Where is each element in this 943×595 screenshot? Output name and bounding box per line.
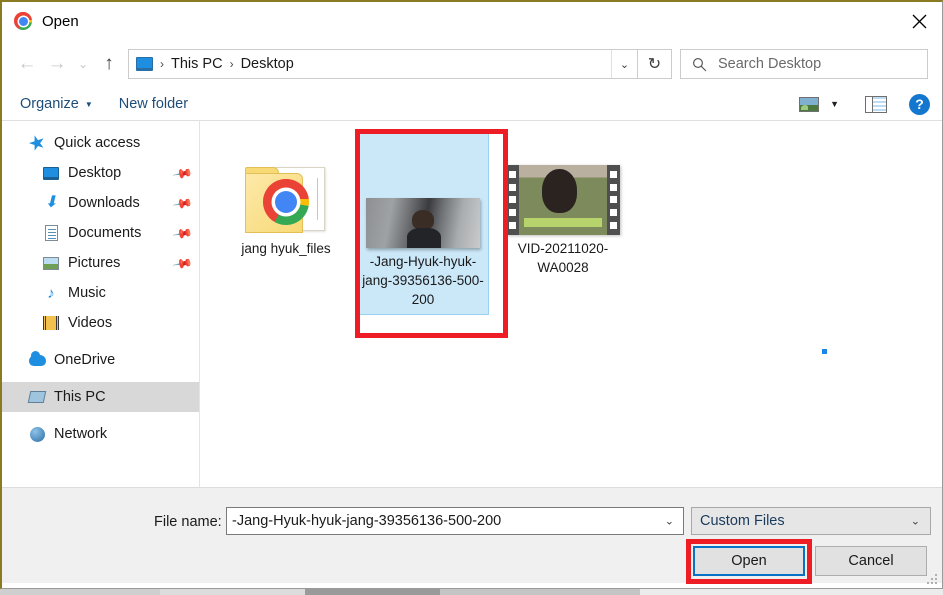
pin-icon[interactable]: 📌 — [173, 223, 194, 243]
pictures-icon — [42, 254, 60, 272]
up-button[interactable]: ↑ — [94, 49, 124, 79]
this-pc-icon — [136, 57, 153, 71]
pin-icon[interactable]: 📌 — [173, 163, 194, 183]
quick-access-star-icon — [28, 134, 46, 152]
list-item[interactable]: jang hyuk_files — [220, 135, 352, 264]
close-icon[interactable] — [896, 2, 942, 40]
video-thumbnail — [499, 139, 627, 235]
title-bar: Open — [2, 2, 942, 40]
file-name-label: VID-20211020-WA0028 — [499, 239, 627, 277]
sidebar-item-network[interactable]: Network — [2, 419, 199, 449]
folder-icon — [222, 139, 350, 235]
onedrive-cloud-icon — [28, 351, 46, 369]
sidebar-item-pictures[interactable]: Pictures 📌 — [2, 248, 199, 278]
pin-icon[interactable]: 📌 — [173, 253, 194, 273]
chevron-down-icon[interactable]: ⌄ — [611, 50, 637, 78]
command-bar-right: ▼ ? — [799, 94, 930, 115]
organize-button[interactable]: Organize ▼ — [20, 96, 93, 112]
pin-icon[interactable]: 📌 — [173, 193, 194, 213]
back-button[interactable]: ← — [12, 49, 42, 79]
network-globe-icon — [28, 425, 46, 443]
this-pc-icon — [28, 388, 46, 406]
file-list-pane[interactable]: jang hyuk_files -Jang-Hyuk-hyuk-jang-393… — [200, 121, 942, 487]
sidebar-item-label: Quick access — [54, 135, 140, 151]
file-type-dropdown[interactable]: Custom Files ⌄ — [691, 507, 931, 535]
sidebar-item-videos[interactable]: Videos — [2, 308, 199, 338]
chevron-down-icon[interactable]: ▼ — [830, 99, 839, 109]
sidebar-item-label: Documents — [68, 225, 141, 241]
downloads-arrow-icon: ⬇ — [42, 194, 60, 212]
file-name-value: -Jang-Hyuk-hyuk-jang-39356136-500-200 — [232, 513, 501, 529]
search-icon — [692, 57, 707, 72]
documents-icon — [42, 224, 60, 242]
sidebar-item-label: Desktop — [68, 165, 121, 181]
file-name-input[interactable]: -Jang-Hyuk-hyuk-jang-39356136-500-200 ⌄ — [226, 507, 684, 535]
chevron-down-icon[interactable]: ⌄ — [665, 515, 674, 528]
dialog-body: Quick access Desktop 📌 ⬇ Downloads 📌 Doc… — [2, 121, 942, 487]
music-note-icon: ♪ — [42, 284, 60, 302]
desktop-monitor-icon — [42, 164, 60, 182]
view-options-icon[interactable] — [799, 97, 819, 112]
resize-grip[interactable] — [927, 574, 938, 585]
file-name-label: File name: — [154, 514, 222, 530]
command-bar: Organize ▼ New folder ▼ ? — [2, 88, 942, 121]
chevron-down-icon: ▼ — [85, 100, 93, 109]
sidebar-item-quick-access[interactable]: Quick access — [2, 128, 199, 158]
recent-locations-button[interactable]: ⌄ — [72, 49, 94, 79]
list-item[interactable]: -Jang-Hyuk-hyuk-jang-39356136-500-200 — [357, 133, 489, 315]
image-thumbnail — [360, 138, 486, 248]
sidebar-item-desktop[interactable]: Desktop 📌 — [2, 158, 199, 188]
file-type-value: Custom Files — [700, 513, 785, 529]
file-name-label: -Jang-Hyuk-hyuk-jang-39356136-500-200 — [360, 252, 486, 309]
window-title: Open — [42, 13, 79, 30]
sidebar-item-label: Videos — [68, 315, 112, 331]
sidebar-item-label: Music — [68, 285, 106, 301]
taskbar-sliver — [0, 589, 943, 595]
refresh-icon[interactable]: ↻ — [638, 49, 672, 79]
sidebar-item-documents[interactable]: Documents 📌 — [2, 218, 199, 248]
sidebar-item-label: Network — [54, 426, 107, 442]
breadcrumb-item-this-pc[interactable]: This PC — [171, 56, 223, 72]
sidebar-item-onedrive[interactable]: OneDrive — [2, 345, 199, 375]
breadcrumb-separator: › — [160, 57, 164, 71]
sidebar-item-label: OneDrive — [54, 352, 115, 368]
navigation-bar: ← → ⌄ ↑ › This PC › Desktop ⌄ ↻ Search D… — [2, 40, 942, 88]
sidebar-item-downloads[interactable]: ⬇ Downloads 📌 — [2, 188, 199, 218]
breadcrumb[interactable]: › This PC › Desktop ⌄ — [128, 49, 638, 79]
videos-filmstrip-icon — [42, 314, 60, 332]
sidebar-item-label: Downloads — [68, 195, 140, 211]
open-file-dialog: Open ← → ⌄ ↑ › This PC › Desktop ⌄ ↻ Sea… — [0, 0, 943, 589]
new-folder-button[interactable]: New folder — [119, 96, 188, 112]
search-placeholder: Search Desktop — [718, 56, 821, 72]
preview-pane-icon[interactable] — [865, 96, 887, 113]
search-input[interactable]: Search Desktop — [680, 49, 928, 79]
organize-label: Organize — [20, 96, 79, 112]
sidebar-item-label: Pictures — [68, 255, 120, 271]
list-item[interactable]: VID-20211020-WA0028 — [497, 135, 629, 283]
help-icon[interactable]: ? — [909, 94, 930, 115]
breadcrumb-item-desktop[interactable]: Desktop — [241, 56, 294, 72]
sidebar-item-label: This PC — [54, 389, 106, 405]
open-button[interactable]: Open — [693, 546, 805, 576]
file-name-label: jang hyuk_files — [222, 239, 350, 258]
cursor-artifact-dot — [822, 349, 827, 354]
cancel-button[interactable]: Cancel — [815, 546, 927, 576]
chevron-down-icon[interactable]: ⌄ — [911, 515, 920, 528]
chrome-logo-icon — [14, 12, 32, 30]
forward-button[interactable]: → — [42, 49, 72, 79]
sidebar-item-this-pc[interactable]: This PC — [2, 382, 199, 412]
navigation-sidebar: Quick access Desktop 📌 ⬇ Downloads 📌 Doc… — [2, 121, 200, 487]
sidebar-item-music[interactable]: ♪ Music — [2, 278, 199, 308]
breadcrumb-separator: › — [230, 57, 234, 71]
